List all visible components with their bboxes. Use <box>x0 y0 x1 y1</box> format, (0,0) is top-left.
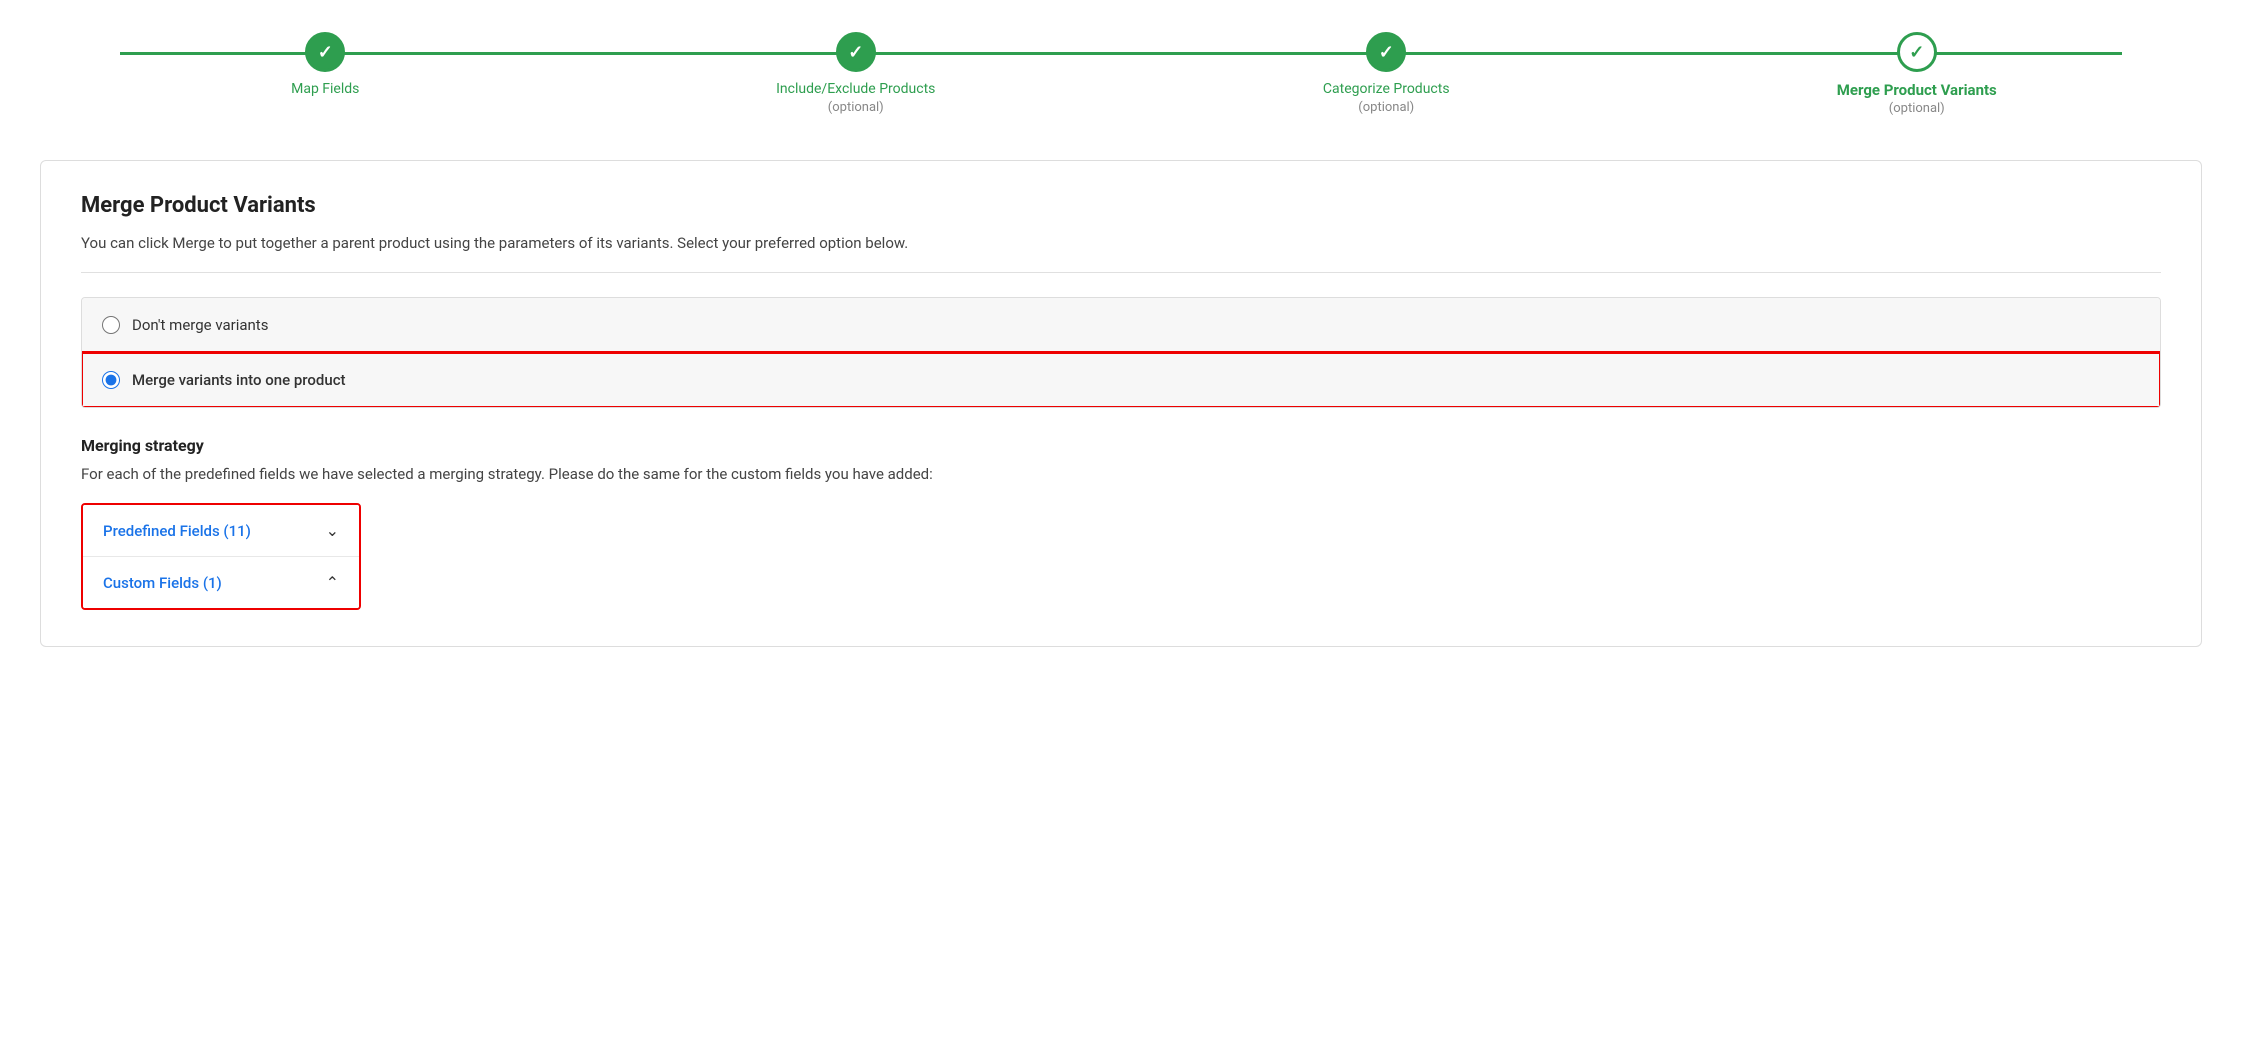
merging-strategy-description: For each of the predefined fields we hav… <box>81 465 2161 483</box>
checkmark-include-exclude: ✓ <box>848 42 863 63</box>
step-merge-variants[interactable]: ✓ Merge Product Variants (optional) <box>1652 32 2183 116</box>
checkmark-merge-variants: ✓ <box>1909 42 1924 63</box>
radio-label-merge-one: Merge variants into one product <box>132 371 346 389</box>
step-map-fields[interactable]: ✓ Map Fields <box>60 32 591 100</box>
step-label-include-exclude: Include/Exclude Products <box>776 80 935 100</box>
step-circle-map-fields: ✓ <box>305 32 345 72</box>
step-include-exclude[interactable]: ✓ Include/Exclude Products (optional) <box>591 32 1122 115</box>
accordion-label-custom: Custom Fields (1) <box>103 574 222 592</box>
page-description: You can click Merge to put together a pa… <box>81 234 2161 252</box>
chevron-up-icon: ⌃ <box>326 573 339 592</box>
accordion-item-predefined[interactable]: Predefined Fields (11) ⌄ <box>83 505 359 557</box>
radio-group: Don't merge variants Merge variants into… <box>81 297 2161 408</box>
merging-strategy-title: Merging strategy <box>81 436 2161 455</box>
progress-container: ✓ Map Fields ✓ Include/Exclude Products … <box>0 0 2242 140</box>
step-label-merge-variants: Merge Product Variants <box>1837 80 1997 101</box>
accordion-item-custom[interactable]: Custom Fields (1) ⌃ <box>83 557 359 608</box>
checkmark-categorize: ✓ <box>1379 42 1394 63</box>
radio-label-no-merge: Don't merge variants <box>132 316 268 334</box>
radio-input-no-merge[interactable] <box>102 316 120 334</box>
checkmark-map-fields: ✓ <box>318 42 333 63</box>
radio-input-merge-one[interactable] <box>102 371 120 389</box>
step-circle-categorize: ✓ <box>1366 32 1406 72</box>
accordion-label-predefined: Predefined Fields (11) <box>103 522 251 540</box>
radio-option-no-merge[interactable]: Don't merge variants <box>82 298 2160 353</box>
step-sublabel-include-exclude: (optional) <box>828 100 884 115</box>
step-circle-include-exclude: ✓ <box>836 32 876 72</box>
progress-track: ✓ Map Fields ✓ Include/Exclude Products … <box>60 32 2182 116</box>
page-title: Merge Product Variants <box>81 193 2161 218</box>
step-sublabel-merge-variants: (optional) <box>1889 101 1945 116</box>
radio-option-merge-one[interactable]: Merge variants into one product <box>82 353 2160 407</box>
step-sublabel-categorize: (optional) <box>1358 100 1414 115</box>
chevron-down-icon: ⌄ <box>326 521 339 540</box>
step-categorize[interactable]: ✓ Categorize Products (optional) <box>1121 32 1652 115</box>
accordion-container: Predefined Fields (11) ⌄ Custom Fields (… <box>81 503 361 610</box>
step-circle-merge-variants: ✓ <box>1897 32 1937 72</box>
main-content: Merge Product Variants You can click Mer… <box>40 160 2202 647</box>
divider <box>81 272 2161 273</box>
step-label-categorize: Categorize Products <box>1323 80 1450 100</box>
step-label-map-fields: Map Fields <box>291 80 359 100</box>
